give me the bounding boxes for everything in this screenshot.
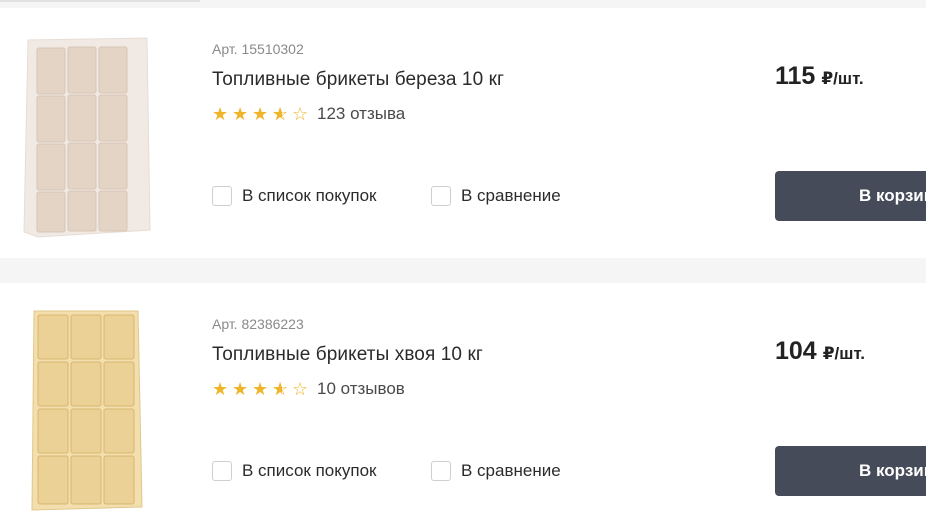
rating-stars: ★ ★ ★ ☆ ★ ☆ [212,104,312,124]
product-image[interactable] [20,32,155,242]
price: 104 ₽/шт. [775,337,865,366]
checkbox-box[interactable] [431,461,451,481]
top-divider [0,0,200,2]
price: 115 ₽/шт. [775,62,864,91]
add-to-cart-button[interactable]: В корзину [775,171,926,221]
product-card: Арт. 15510302 Топливные брикеты береза 1… [0,8,926,258]
checkbox-box[interactable] [212,461,232,481]
rating[interactable]: ★ ★ ★ ☆ ★ ☆ 123 отзыва [212,104,405,124]
article-number: Арт. 15510302 [212,41,304,57]
star-empty-icon: ☆ [292,379,309,399]
product-title[interactable]: Топливные брикеты береза 10 кг [212,69,504,91]
article-number: Арт. 82386223 [212,316,304,332]
star-full-icon: ★ [212,379,229,399]
price-unit: ₽/шт. [822,344,865,363]
star-full-icon: ★ [232,104,249,124]
star-half-icon: ☆ ★ [272,104,289,124]
star-full-icon: ★ [252,104,269,124]
reviews-count[interactable]: 10 отзывов [317,379,405,399]
compare-checkbox[interactable]: В сравнение [431,461,561,481]
star-full-icon: ★ [252,379,269,399]
checkbox-box[interactable] [212,186,232,206]
checkbox-box[interactable] [431,186,451,206]
rating-stars: ★ ★ ★ ☆ ★ ☆ [212,379,312,399]
shopping-list-checkbox[interactable]: В список покупок [212,461,376,481]
compare-checkbox[interactable]: В сравнение [431,186,561,206]
star-half-icon: ☆ ★ [272,379,289,399]
rating[interactable]: ★ ★ ★ ☆ ★ ☆ 10 отзывов [212,379,405,399]
reviews-count[interactable]: 123 отзыва [317,104,405,124]
star-full-icon: ★ [232,379,249,399]
star-empty-icon: ☆ [292,104,309,124]
product-image[interactable] [20,307,155,517]
compare-label[interactable]: В сравнение [461,461,561,481]
price-unit: ₽/шт. [821,69,864,88]
price-value: 104 [775,337,817,365]
star-full-icon: ★ [212,104,229,124]
compare-label[interactable]: В сравнение [461,186,561,206]
shopping-list-label[interactable]: В список покупок [242,186,376,206]
add-to-cart-button[interactable]: В корзину [775,446,926,496]
price-value: 115 [775,62,816,90]
product-card: Арт. 82386223 Топливные брикеты хвоя 10 … [0,283,926,527]
shopping-list-label[interactable]: В список покупок [242,461,376,481]
product-title[interactable]: Топливные брикеты хвоя 10 кг [212,344,483,366]
shopping-list-checkbox[interactable]: В список покупок [212,186,376,206]
